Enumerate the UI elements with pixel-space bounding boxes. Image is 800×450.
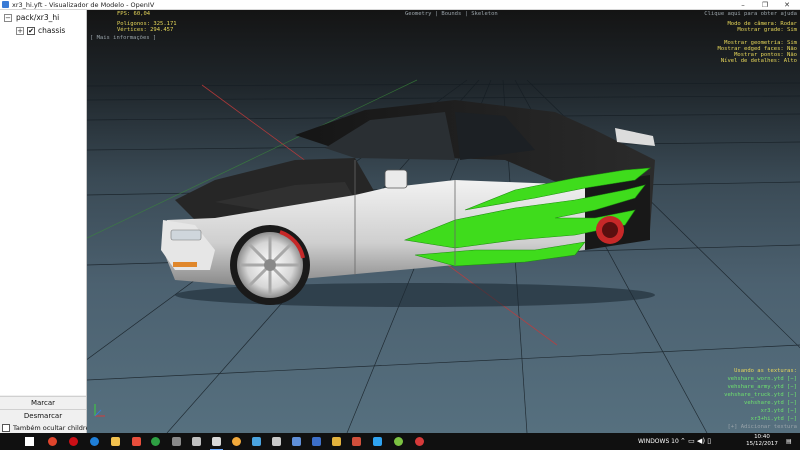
tree-item-root[interactable]: − pack/xr3_hi xyxy=(2,12,86,24)
openiv-icon[interactable] xyxy=(209,435,224,450)
model-viewport[interactable]: FPS: 60,04 Polígonos: 325.171 Vértices: … xyxy=(87,10,800,433)
setting-show-grid[interactable]: Mostrar grade: Sim xyxy=(647,27,797,34)
browser-icon[interactable] xyxy=(391,435,406,448)
tree-item-root-label: pack/xr3_hi xyxy=(16,13,60,22)
hide-children-checkbox[interactable] xyxy=(2,424,10,432)
help-hint[interactable]: Clique aqui para obter ajuda xyxy=(647,11,797,18)
expand-icon[interactable]: + xyxy=(16,27,24,35)
os-label: WINDOWS 10 xyxy=(638,438,679,445)
unmark-button[interactable]: Desmarcar xyxy=(0,409,86,421)
minimize-button[interactable]: – xyxy=(732,0,754,10)
xbox-icon[interactable] xyxy=(148,435,163,448)
close-button[interactable]: ✕ xyxy=(776,0,798,10)
texture-item[interactable]: vehshare.ytd [−] xyxy=(647,400,797,407)
texture-item[interactable]: xr3.ytd [−] xyxy=(647,408,797,415)
steam-icon[interactable] xyxy=(189,435,204,448)
chassis-checkbox[interactable]: ✔ xyxy=(27,27,35,35)
car-model xyxy=(161,100,655,307)
texture-item[interactable]: xr3+hi.ytd [−] xyxy=(647,416,797,423)
notifications-icon[interactable]: ▤ xyxy=(786,433,792,450)
fps-readout: FPS: 60,04 xyxy=(117,11,151,17)
model-tree: − pack/xr3_hi + ✔ chassis xyxy=(0,10,86,395)
tree-item-chassis-label: chassis xyxy=(38,26,66,35)
clock-time: 10:40 xyxy=(754,434,770,440)
taskbar-clock[interactable]: 10:40 15/12/2017 xyxy=(744,434,780,448)
textures-title: Usando as texturas: xyxy=(734,368,797,374)
opera-icon[interactable] xyxy=(66,435,81,448)
title-bar: xr3_hi.yft - Visualizador de Modelo - Op… xyxy=(0,0,800,10)
model-tree-panel: − pack/xr3_hi + ✔ chassis Marcar Desmarc… xyxy=(0,10,94,433)
media-icon[interactable] xyxy=(412,435,427,448)
view-mode-tabs[interactable]: Geometry | Bounds | Skeleton xyxy=(405,11,498,18)
game-icon[interactable] xyxy=(169,435,184,448)
app-icon xyxy=(2,1,9,8)
vertex-count: Vértices: 294.457 xyxy=(117,27,174,33)
tray-icons[interactable]: ⌃ ▭ ◀) ▯ xyxy=(680,433,711,450)
mark-button[interactable]: Marcar xyxy=(0,396,86,408)
chrome-icon[interactable] xyxy=(45,435,60,448)
setting-detail-level[interactable]: Nível de detalhes: Alto xyxy=(647,58,797,65)
maximize-button[interactable]: ❐ xyxy=(754,0,776,10)
texture-item[interactable]: vehshare_truck.ytd [−] xyxy=(647,392,797,399)
add-texture-button[interactable]: [+] Adicionar textura xyxy=(647,424,797,431)
taskbar: WINDOWS 10 ⌃ ▭ ◀) ▯ 10:40 15/12/2017 ▤ xyxy=(0,433,800,450)
image-icon[interactable] xyxy=(349,435,364,448)
edge-icon[interactable] xyxy=(87,435,102,448)
texture-item[interactable]: vehshare_army.ytd [−] xyxy=(647,384,797,391)
axis-gizmo xyxy=(94,404,105,417)
tool-icon[interactable] xyxy=(249,435,264,448)
window-title: xr3_hi.yft - Visualizador de Modelo - Op… xyxy=(12,1,155,9)
photoshop-icon[interactable] xyxy=(370,435,385,448)
collapse-icon[interactable]: − xyxy=(4,14,12,22)
explorer-icon[interactable] xyxy=(108,435,123,448)
app-icon[interactable] xyxy=(129,435,144,448)
utility-icon[interactable] xyxy=(269,435,284,448)
texture-item[interactable]: vehshare_worn.ytd [−] xyxy=(647,376,797,383)
tree-item-chassis[interactable]: + ✔ chassis xyxy=(14,25,86,37)
archive-icon[interactable] xyxy=(329,435,344,448)
clock-date: 15/12/2017 xyxy=(746,441,778,447)
app-icon[interactable] xyxy=(229,435,244,448)
more-info-link[interactable]: [ Mais informações ] xyxy=(90,35,156,42)
hide-children-label: Também ocultar children xyxy=(13,424,94,432)
archive-icon[interactable] xyxy=(289,435,304,448)
windows-start-icon[interactable] xyxy=(22,435,37,448)
app-icon[interactable] xyxy=(309,435,324,448)
